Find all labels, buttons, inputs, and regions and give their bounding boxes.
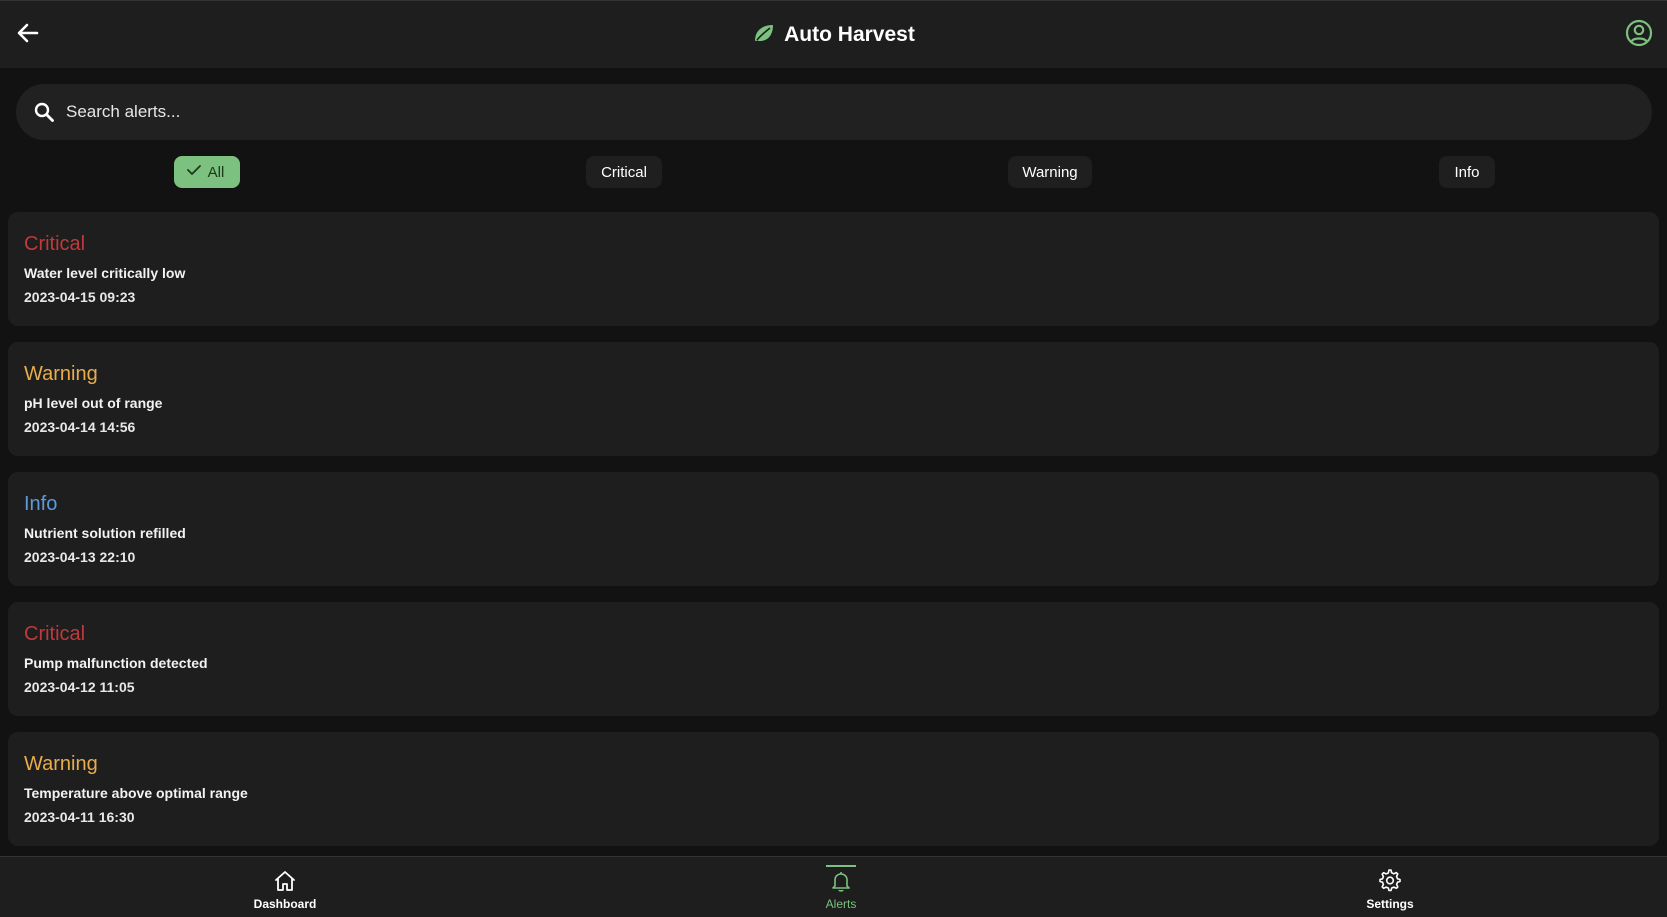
alert-card[interactable]: Critical Pump malfunction detected 2023-… (8, 602, 1659, 716)
nav-label: Settings (1366, 897, 1414, 911)
filter-chip-label: Warning (1022, 163, 1078, 181)
app-root: Auto Harvest Search alerts... All Critic… (0, 0, 1667, 917)
alert-message: Water level critically low (24, 265, 186, 281)
alert-timestamp: 2023-04-13 22:10 (24, 549, 136, 565)
alert-severity: Warning (24, 363, 98, 385)
filter-chip-all[interactable]: All (174, 156, 240, 188)
check-icon (186, 163, 202, 181)
alert-severity: Warning (24, 753, 98, 775)
nav-label: Dashboard (253, 897, 317, 911)
filter-chip-label: All (207, 163, 225, 181)
alert-timestamp: 2023-04-14 14:56 (24, 419, 136, 435)
app-title-group: Auto Harvest (0, 19, 1667, 51)
filter-chips: All Critical Warning Info (0, 156, 1667, 190)
leaf-icon (752, 21, 776, 50)
bell-icon (828, 868, 854, 894)
search-icon (32, 100, 56, 124)
profile-button[interactable] (1623, 19, 1655, 51)
nav-item-dashboard[interactable]: Dashboard (215, 857, 355, 917)
alert-card[interactable]: Warning pH level out of range 2023-04-14… (8, 342, 1659, 456)
alert-message: Pump malfunction detected (24, 655, 208, 671)
gear-icon (1377, 868, 1403, 894)
nav-item-alerts[interactable]: Alerts (771, 857, 911, 917)
alert-timestamp: 2023-04-12 11:05 (24, 679, 135, 695)
filter-chip-critical[interactable]: Critical (586, 156, 662, 188)
alert-message: pH level out of range (24, 395, 163, 411)
alert-card[interactable]: Info Nutrient solution refilled 2023-04-… (8, 472, 1659, 586)
alert-severity: Critical (24, 233, 86, 255)
nav-item-settings[interactable]: Settings (1320, 857, 1460, 917)
bottom-nav: Dashboard Alerts Settings (0, 856, 1667, 917)
nav-label: Alerts (825, 897, 857, 911)
alert-timestamp: 2023-04-11 16:30 (24, 809, 135, 825)
alert-severity: Critical (24, 623, 86, 645)
page-title: Auto Harvest (784, 23, 915, 46)
filter-chip-label: Info (1454, 163, 1480, 181)
alert-message: Nutrient solution refilled (24, 525, 186, 541)
alert-timestamp: 2023-04-15 09:23 (24, 289, 136, 305)
active-indicator (826, 865, 856, 867)
filter-chip-label: Critical (601, 163, 647, 181)
alert-severity: Info (24, 493, 58, 515)
alert-card[interactable]: Warning Temperature above optimal range … (8, 732, 1659, 846)
alert-card[interactable]: Critical Water level critically low 2023… (8, 212, 1659, 326)
app-header: Auto Harvest (0, 0, 1667, 68)
search-bar (16, 84, 1652, 140)
filter-chip-warning[interactable]: Warning (1008, 156, 1092, 188)
alert-message: Temperature above optimal range (24, 785, 248, 801)
search-input[interactable] (66, 92, 1652, 132)
filter-chip-info[interactable]: Info (1439, 156, 1495, 188)
alert-list: Critical Water level critically low 2023… (8, 212, 1659, 862)
home-icon (272, 868, 298, 894)
account-circle-icon (1625, 19, 1653, 52)
